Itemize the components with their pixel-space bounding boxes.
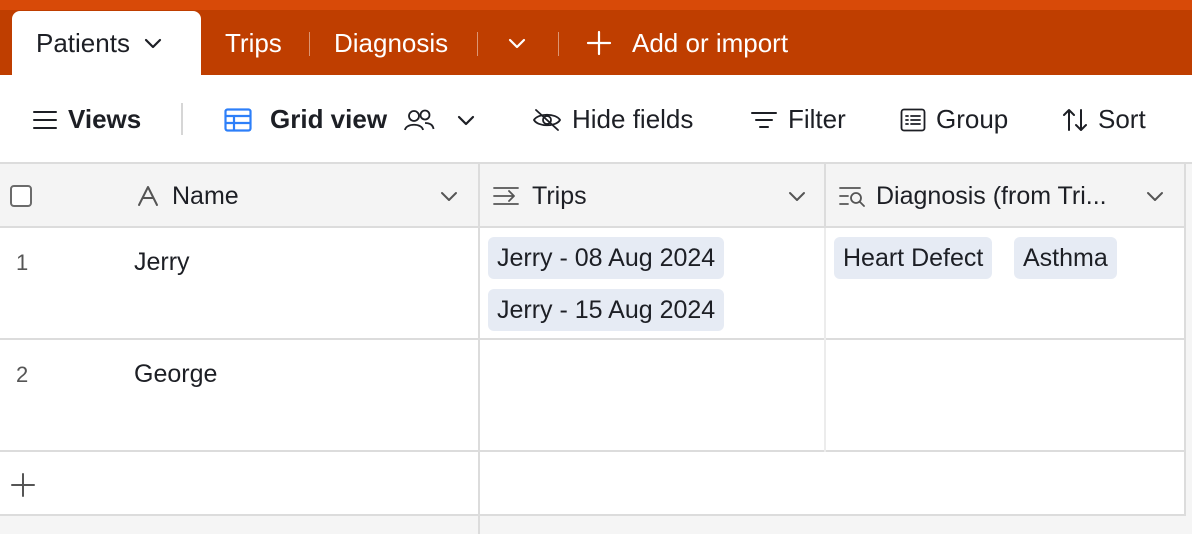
views-button[interactable]: Views	[32, 75, 141, 164]
tab-patients-label: Patients	[36, 27, 130, 58]
column-divider	[824, 228, 826, 452]
trip-record-chip[interactable]: Jerry - 08 Aug 2024	[488, 237, 725, 279]
linked-record-icon	[492, 185, 520, 207]
tab-patients[interactable]: Patients	[12, 11, 201, 75]
name-cell[interactable]: Jerry	[134, 248, 190, 277]
sort-icon	[1062, 107, 1088, 133]
table-row[interactable]: 1 Jerry Jerry - 08 Aug 2024 Jerry - 15 A…	[0, 228, 1186, 340]
tab-diagnosis-label: Diagnosis	[334, 27, 449, 58]
select-all-checkbox[interactable]	[10, 185, 32, 207]
grid-view-label: Grid view	[270, 104, 388, 134]
views-label: Views	[68, 104, 142, 134]
table-row[interactable]: 2 George	[0, 340, 1186, 452]
chevron-down-icon[interactable]	[438, 185, 460, 207]
text-field-icon	[136, 185, 160, 207]
tab-diagnosis[interactable]: Diagnosis	[334, 11, 448, 75]
hide-fields-button[interactable]: Hide fields	[532, 75, 693, 164]
toolbar-divider	[181, 103, 183, 135]
column-header-name[interactable]: Name	[136, 164, 476, 228]
group-icon	[900, 108, 926, 132]
filter-icon	[750, 109, 778, 131]
add-or-import-label: Add or import	[632, 27, 789, 58]
group-button[interactable]: Group	[900, 75, 1008, 164]
tab-divider	[309, 32, 310, 56]
column-divider	[478, 164, 480, 534]
column-diagnosis-label: Diagnosis (from Tri...	[876, 181, 1107, 210]
column-divider	[824, 164, 826, 228]
column-header-trips[interactable]: Trips	[492, 164, 820, 228]
tab-divider	[477, 32, 478, 56]
lookup-icon	[838, 185, 866, 207]
filter-button[interactable]: Filter	[750, 75, 846, 164]
eye-off-icon	[532, 108, 562, 132]
chevron-down-icon[interactable]	[142, 32, 164, 54]
name-cell[interactable]: George	[134, 360, 217, 389]
diagnosis-chip[interactable]: Asthma	[1014, 237, 1117, 279]
menu-icon	[32, 109, 58, 131]
tab-trips[interactable]: Trips	[225, 11, 282, 75]
grid-right-border	[1184, 164, 1186, 514]
filter-label: Filter	[788, 104, 846, 134]
column-header-diagnosis[interactable]: Diagnosis (from Tri...	[838, 164, 1184, 228]
grid-icon	[224, 107, 252, 132]
grid-view-switcher[interactable]: Grid view	[224, 75, 477, 164]
column-name-label: Name	[172, 181, 239, 210]
chevron-down-icon	[506, 32, 528, 54]
add-or-import-button[interactable]: Add or import	[586, 11, 788, 75]
hide-fields-label: Hide fields	[572, 104, 694, 134]
plus-icon	[586, 30, 612, 56]
tab-divider	[558, 32, 559, 56]
table-tab-bar: Patients Trips Diagnosis Add or import	[0, 0, 1192, 75]
tab-trips-label: Trips	[225, 27, 282, 58]
column-trips-label: Trips	[532, 181, 587, 210]
group-label: Group	[936, 104, 1009, 134]
view-toolbar: Views Grid view Hide fields Filter Group	[0, 75, 1192, 164]
row-number: 1	[16, 250, 29, 275]
diagnosis-chip[interactable]: Heart Defect	[834, 237, 993, 279]
chevron-down-icon[interactable]	[455, 109, 477, 131]
add-record-row[interactable]	[0, 452, 1186, 516]
chevron-down-icon[interactable]	[1144, 185, 1166, 207]
collaborators-icon	[403, 108, 435, 132]
chevron-down-icon[interactable]	[786, 185, 808, 207]
row-number: 2	[16, 362, 29, 387]
more-tables-button[interactable]	[506, 11, 528, 75]
trip-record-chip[interactable]: Jerry - 15 Aug 2024	[488, 289, 725, 331]
plus-icon[interactable]	[10, 472, 36, 498]
sort-label: Sort	[1098, 104, 1146, 134]
grid-header: Name Trips Diagnosis (from Tri...	[0, 164, 1186, 228]
sort-button[interactable]: Sort	[1062, 75, 1146, 164]
